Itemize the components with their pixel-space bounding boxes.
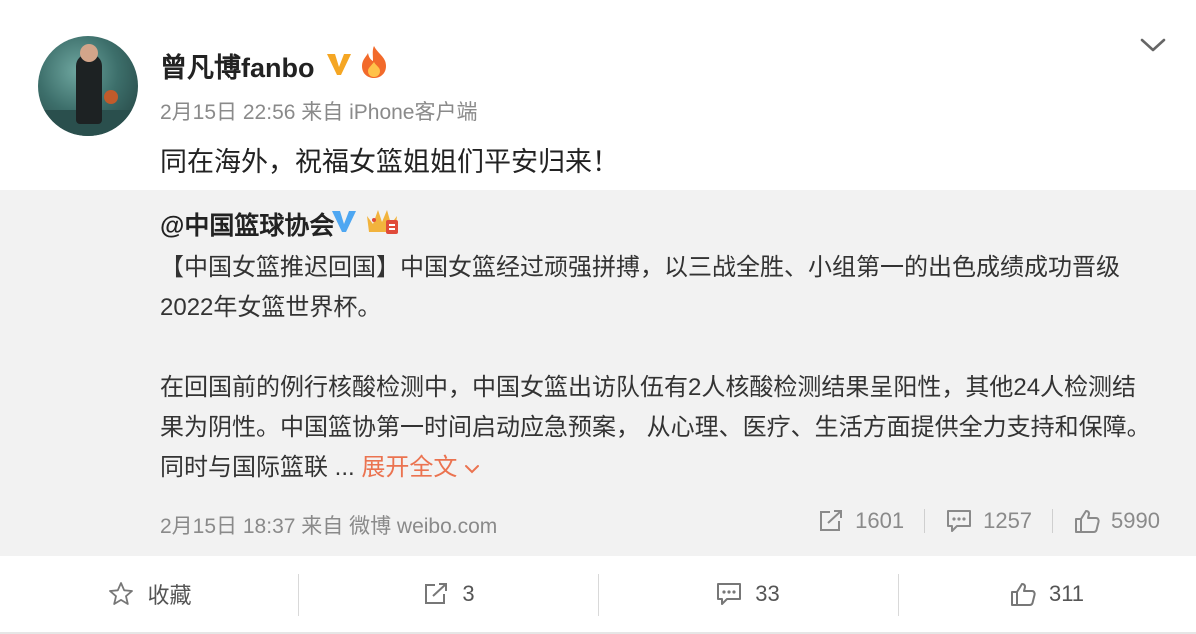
like-count: 5990 xyxy=(1111,508,1160,533)
thumbs-up-icon xyxy=(1075,510,1100,533)
repost-card[interactable]: @中国篮球协会 【中国女篮推迟回国】中国女篮经过顽强拼搏，以三战全胜、小组第一的… xyxy=(0,190,1196,556)
divider xyxy=(924,509,926,533)
forward-icon xyxy=(425,583,448,604)
favorite-button[interactable]: 收藏 xyxy=(0,556,299,632)
avatar[interactable] xyxy=(38,36,138,136)
favorite-label: 收藏 xyxy=(147,583,192,608)
expand-label: 展开全文 xyxy=(361,454,458,481)
expand-full-text-link[interactable]: 展开全文 xyxy=(361,454,481,481)
repost-comment[interactable]: 1257 xyxy=(945,508,1032,534)
like-button[interactable]: 311 xyxy=(897,556,1196,632)
flame-icon xyxy=(362,46,386,78)
repost-line: 2022年女篮世界杯。 xyxy=(160,294,382,321)
avatar-figure xyxy=(76,54,102,124)
comment-button[interactable]: 33 xyxy=(598,556,897,632)
action-bar: 收藏 3 33 311 xyxy=(0,556,1196,634)
repost-line-last: 同时与国际篮联 ... 展开全文 xyxy=(160,448,1170,488)
avatar-ball xyxy=(104,90,118,104)
repost-line: 【中国女篮推迟回国】中国女篮经过顽强拼搏，以三战全胜、小组第一的出色成绩成功晋级 xyxy=(160,254,1120,281)
repost-line-text: 同时与国际篮联 ... xyxy=(160,454,355,481)
comment-count: 1257 xyxy=(983,508,1033,533)
forward-button[interactable]: 3 xyxy=(299,556,598,632)
repost-line: 在回国前的例行核酸检测中，中国女篮出访队伍有2人核酸检测结果呈阳性，其他24人检… xyxy=(160,374,1137,401)
verified-gold-icon xyxy=(327,54,351,75)
comment-count: 33 xyxy=(755,581,780,606)
comment-icon xyxy=(947,510,972,532)
repost-footer: 2月15日 18:37 来自 微博 weibo.com 1601 1257 59… xyxy=(160,508,1160,540)
repost-line: 果为阴性。中国篮协第一时间启动应急预案， 从心理、医疗、生活方面提供全力支持和保… xyxy=(160,414,1151,441)
forward-icon xyxy=(820,510,843,531)
crown-icon xyxy=(367,210,398,234)
like-count: 311 xyxy=(1048,581,1085,606)
repost-forward[interactable]: 1601 xyxy=(817,508,904,534)
repost-stats: 1601 1257 5990 xyxy=(817,508,1160,534)
post-header: 曾凡博fanbo 2月15日 22:56 来自 iPhone客户端 同在海外，祝… xyxy=(0,0,1196,190)
comment-icon xyxy=(717,583,742,605)
divider xyxy=(1052,509,1054,533)
repost-meta: 2月15日 18:37 来自 微博 weibo.com xyxy=(160,515,498,538)
repost-like[interactable]: 5990 xyxy=(1073,508,1160,534)
repost-user-name[interactable]: @中国篮球协会 xyxy=(160,206,334,242)
forward-count: 3 xyxy=(462,581,475,606)
thumbs-up-icon xyxy=(1010,583,1036,606)
chevron-down-icon xyxy=(465,464,480,474)
chevron-down-icon[interactable] xyxy=(1138,34,1168,56)
avatar-head xyxy=(80,44,98,62)
verified-blue-icon xyxy=(332,211,356,232)
repost-body: 【中国女篮推迟回国】中国女篮经过顽强拼搏，以三战全胜、小组第一的出色成绩成功晋级… xyxy=(160,248,1170,488)
post-text: 同在海外，祝福女篮姐姐们平安归来！ xyxy=(160,147,619,177)
star-icon xyxy=(109,582,134,605)
post-meta: 2月15日 22:56 来自 iPhone客户端 xyxy=(160,101,478,124)
forward-count: 1601 xyxy=(855,508,905,533)
user-name[interactable]: 曾凡博fanbo xyxy=(160,46,315,85)
